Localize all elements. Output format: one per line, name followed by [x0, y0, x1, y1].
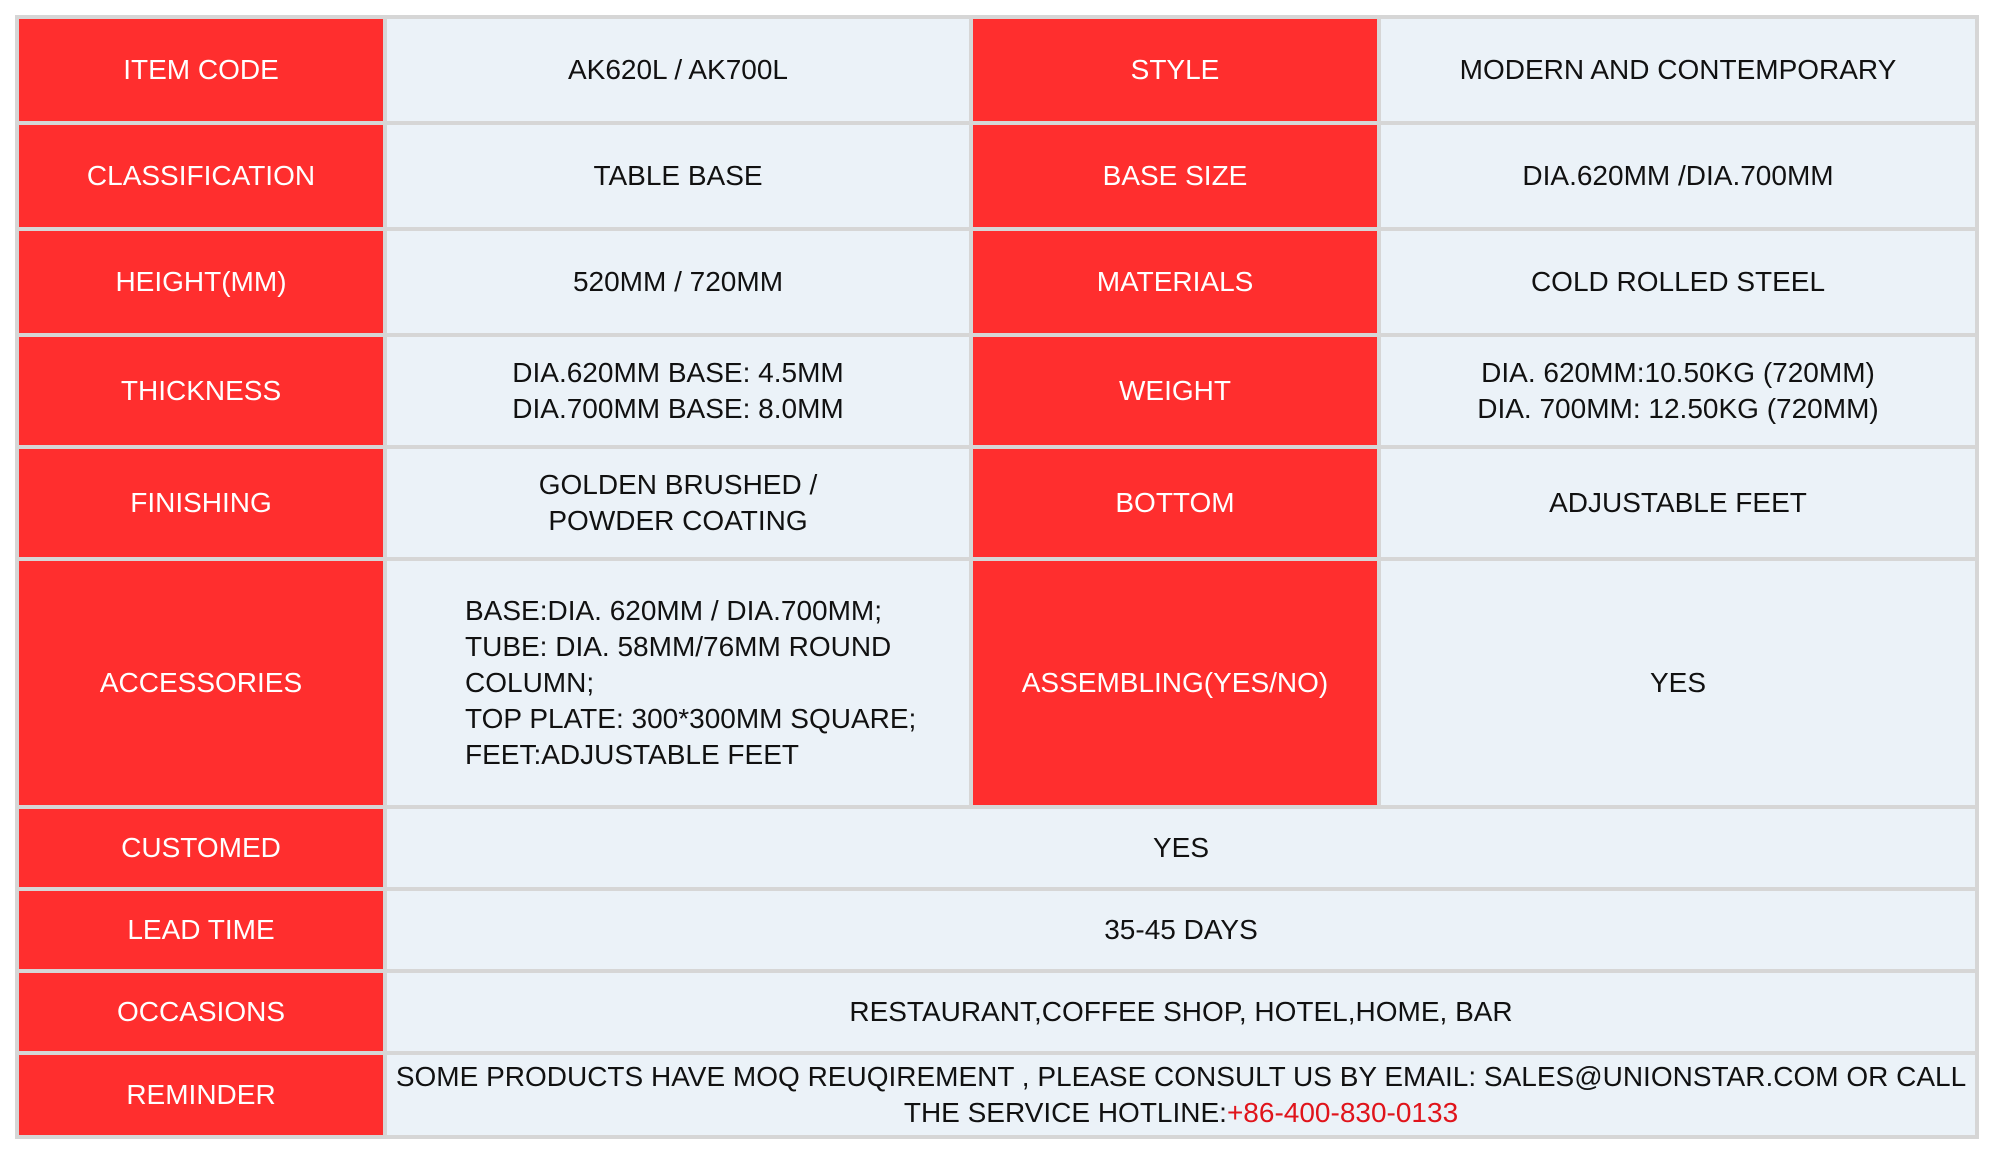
- reminder-hotline-prefix: THE SERVICE HOTLINE:: [903, 1097, 1227, 1128]
- assembling-label: ASSEMBLING(YES/NO): [969, 557, 1381, 809]
- accessories-value: BASE:DIA. 620MM / DIA.700MM; TUBE: DIA. …: [383, 557, 973, 809]
- base-size-label: BASE SIZE: [969, 121, 1381, 231]
- reminder-line-1: SOME PRODUCTS HAVE MOQ REUQIREMENT , PLE…: [395, 1061, 1967, 1092]
- item-code-value: AK620L / AK700L: [383, 15, 973, 125]
- accessories-line: BASE:DIA. 620MM / DIA.700MM;: [465, 595, 883, 626]
- customed-label: CUSTOMED: [15, 805, 387, 891]
- item-code-label: ITEM CODE: [15, 15, 387, 125]
- classification-label: CLASSIFICATION: [15, 121, 387, 231]
- accessories-line: TOP PLATE: 300*300MM SQUARE;: [465, 703, 917, 734]
- materials-value: COLD ROLLED STEEL: [1377, 227, 1979, 337]
- thickness-label: THICKNESS: [15, 333, 387, 449]
- thickness-value: DIA.620MM BASE: 4.5MM DIA.700MM BASE: 8.…: [383, 333, 973, 449]
- weight-line: DIA. 700MM: 12.50KG (720MM): [1477, 393, 1879, 424]
- row-height: HEIGHT(MM) 520MM / 720MM MATERIALS COLD …: [15, 227, 1979, 337]
- weight-label: WEIGHT: [969, 333, 1381, 449]
- weight-value: DIA. 620MM:10.50KG (720MM) DIA. 700MM: 1…: [1377, 333, 1979, 449]
- bottom-value: ADJUSTABLE FEET: [1377, 445, 1979, 561]
- classification-value: TABLE BASE: [383, 121, 973, 231]
- row-occasions: OCCASIONS RESTAURANT,COFFEE SHOP, HOTEL,…: [15, 969, 1979, 1055]
- row-item-code: ITEM CODE AK620L / AK700L STYLE MODERN A…: [15, 15, 1979, 125]
- row-accessories: ACCESSORIES BASE:DIA. 620MM / DIA.700MM;…: [15, 557, 1979, 809]
- height-label: HEIGHT(MM): [15, 227, 387, 337]
- style-label: STYLE: [969, 15, 1381, 125]
- finishing-value: GOLDEN BRUSHED / POWDER COATING: [383, 445, 973, 561]
- lead-time-label: LEAD TIME: [15, 887, 387, 973]
- accessories-label: ACCESSORIES: [15, 557, 387, 809]
- thickness-line: DIA.620MM BASE: 4.5MM: [512, 357, 844, 388]
- accessories-line: COLUMN;: [465, 667, 595, 698]
- row-lead-time: LEAD TIME 35-45 DAYS: [15, 887, 1979, 973]
- row-customed: CUSTOMED YES: [15, 805, 1979, 891]
- materials-label: MATERIALS: [969, 227, 1381, 337]
- style-value: MODERN AND CONTEMPORARY: [1377, 15, 1979, 125]
- reminder-value: SOME PRODUCTS HAVE MOQ REUQIREMENT , PLE…: [383, 1051, 1979, 1139]
- row-classification: CLASSIFICATION TABLE BASE BASE SIZE DIA.…: [15, 121, 1979, 231]
- hotline-number[interactable]: +86-400-830-0133: [1227, 1097, 1458, 1128]
- spec-table: ITEM CODE AK620L / AK700L STYLE MODERN A…: [15, 15, 1979, 1139]
- row-thickness: THICKNESS DIA.620MM BASE: 4.5MM DIA.700M…: [15, 333, 1979, 449]
- reminder-label: REMINDER: [15, 1051, 387, 1139]
- base-size-value: DIA.620MM /DIA.700MM: [1377, 121, 1979, 231]
- row-finishing: FINISHING GOLDEN BRUSHED / POWDER COATIN…: [15, 445, 1979, 561]
- finishing-line: POWDER COATING: [548, 505, 808, 536]
- accessories-line: TUBE: DIA. 58MM/76MM ROUND: [465, 631, 892, 662]
- thickness-line: DIA.700MM BASE: 8.0MM: [512, 393, 844, 424]
- bottom-label: BOTTOM: [969, 445, 1381, 561]
- row-reminder: REMINDER SOME PRODUCTS HAVE MOQ REUQIREM…: [15, 1051, 1979, 1139]
- finishing-label: FINISHING: [15, 445, 387, 561]
- accessories-line: FEET:ADJUSTABLE FEET: [465, 739, 799, 770]
- finishing-line: GOLDEN BRUSHED /: [538, 469, 818, 500]
- lead-time-value: 35-45 DAYS: [383, 887, 1979, 973]
- assembling-value: YES: [1377, 557, 1979, 809]
- occasions-label: OCCASIONS: [15, 969, 387, 1055]
- customed-value: YES: [383, 805, 1979, 891]
- weight-line: DIA. 620MM:10.50KG (720MM): [1481, 357, 1875, 388]
- occasions-value: RESTAURANT,COFFEE SHOP, HOTEL,HOME, BAR: [383, 969, 1979, 1055]
- height-value: 520MM / 720MM: [383, 227, 973, 337]
- reminder-line-2: THE SERVICE HOTLINE:+86-400-830-0133: [393, 1095, 1969, 1131]
